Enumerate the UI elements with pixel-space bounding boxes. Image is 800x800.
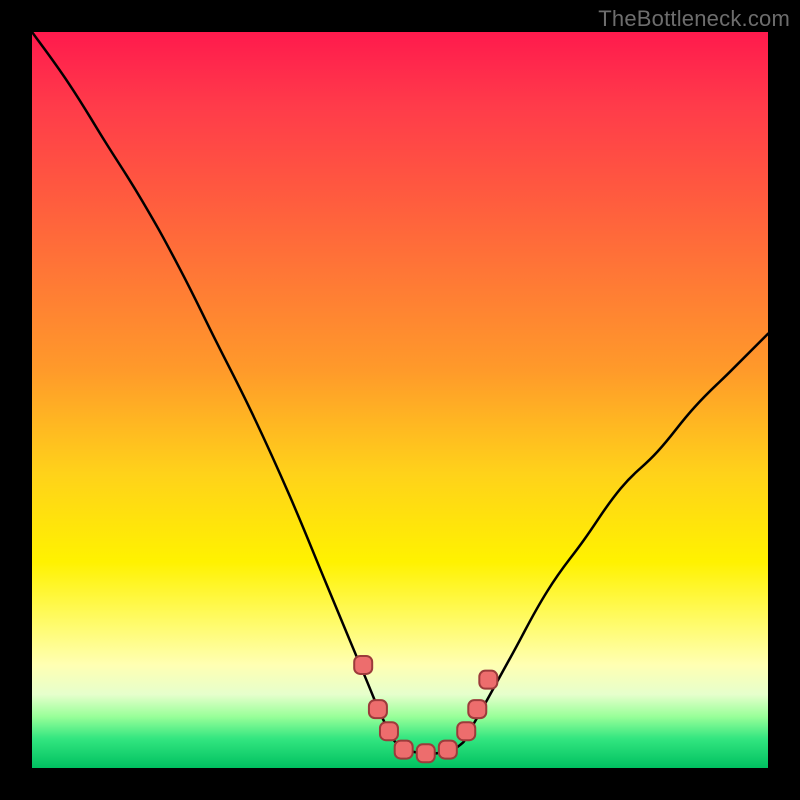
bottleneck-curve-path <box>32 32 768 754</box>
curve-marker <box>380 722 398 740</box>
curve-marker <box>479 671 497 689</box>
curve-marker <box>468 700 486 718</box>
curve-marker <box>354 656 372 674</box>
chart-frame: TheBottleneck.com <box>0 0 800 800</box>
curve-marker <box>369 700 387 718</box>
curve-marker <box>417 744 435 762</box>
plot-area <box>32 32 768 768</box>
curve-marker <box>457 722 475 740</box>
curve-marker <box>439 741 457 759</box>
watermark-text: TheBottleneck.com <box>598 6 790 32</box>
curve-marker <box>395 741 413 759</box>
curve-markers <box>354 656 497 762</box>
curve-svg <box>32 32 768 768</box>
